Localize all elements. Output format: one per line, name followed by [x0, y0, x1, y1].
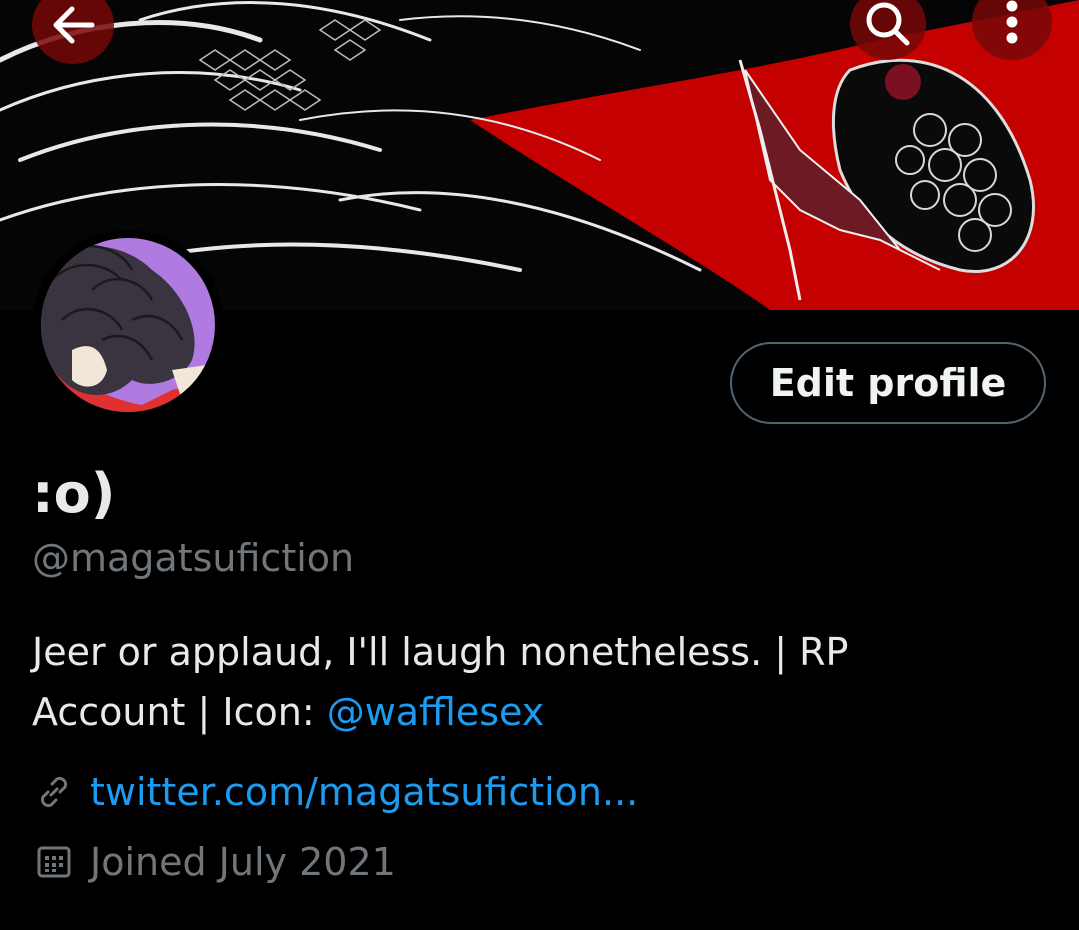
- bio-text-line-2: Account | Icon:: [32, 690, 327, 734]
- profile-joined-date: Joined July 2021: [90, 840, 396, 884]
- search-icon: [866, 2, 910, 46]
- link-icon: [32, 770, 76, 814]
- profile-bio: Jeer or applaud, I'll laugh nonetheless.…: [32, 622, 1042, 742]
- edit-profile-button[interactable]: Edit profile: [730, 342, 1046, 424]
- bio-mention-link[interactable]: @wafflesex: [327, 690, 544, 734]
- profile-joined-row: Joined July 2021: [32, 840, 396, 884]
- arrow-left-icon: [53, 6, 95, 44]
- bio-text-line-1: Jeer or applaud, I'll laugh nonetheless.…: [32, 630, 849, 674]
- profile-handle: @magatsufiction: [32, 536, 355, 580]
- profile-website-link[interactable]: twitter.com/magatsufiction...: [90, 770, 638, 814]
- profile-avatar[interactable]: [32, 230, 224, 420]
- avatar-image: [33, 230, 223, 420]
- calendar-icon: [32, 840, 76, 884]
- more-vertical-icon: [1006, 0, 1018, 44]
- profile-website-row: twitter.com/magatsufiction...: [32, 770, 638, 814]
- display-name: :o): [32, 462, 116, 525]
